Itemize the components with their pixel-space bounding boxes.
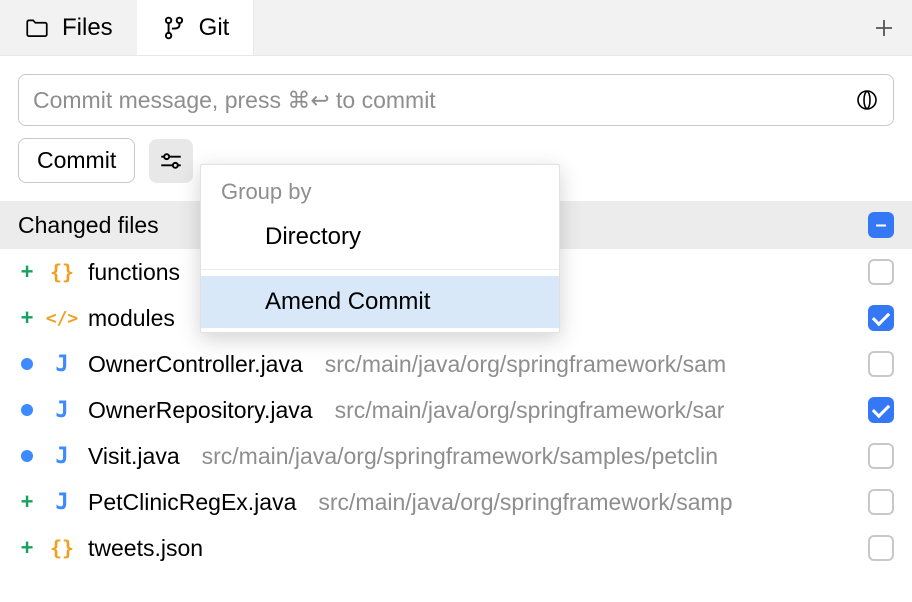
java-file-icon: J — [50, 490, 74, 515]
commit-button[interactable]: Commit — [18, 138, 135, 183]
add-tab-button[interactable] — [872, 0, 896, 55]
file-checkbox[interactable] — [868, 351, 894, 377]
file-path: src/main/java/org/springframework/sam — [325, 351, 726, 378]
java-file-icon: J — [50, 352, 74, 377]
ai-suggest-icon[interactable] — [855, 88, 879, 112]
tab-files[interactable]: Files — [0, 0, 137, 55]
file-path: src/main/java/org/springframework/sample… — [202, 443, 718, 470]
file-name: OwnerRepository.java — [88, 397, 313, 424]
popup-item-amend-commit[interactable]: Amend Commit — [201, 276, 559, 328]
file-name: OwnerController.java — [88, 351, 303, 378]
tab-git-label: Git — [199, 14, 230, 42]
json-file-icon: {} — [50, 260, 74, 284]
json-file-icon: {} — [50, 536, 74, 560]
commit-message-field-wrap — [18, 74, 894, 126]
commit-options-button[interactable] — [149, 139, 193, 183]
status-added-icon: + — [18, 489, 36, 515]
status-modified-icon — [18, 358, 36, 370]
select-all-checkbox[interactable]: – — [868, 212, 894, 238]
commit-message-row — [0, 56, 912, 138]
status-modified-icon — [18, 404, 36, 416]
tab-files-label: Files — [62, 14, 113, 42]
tab-bar: Files Git — [0, 0, 912, 56]
commit-message-input[interactable] — [33, 87, 855, 114]
file-row[interactable]: + {} tweets.json — [0, 525, 912, 571]
file-name: PetClinicRegEx.java — [88, 489, 296, 516]
file-checkbox[interactable] — [868, 259, 894, 285]
status-added-icon: + — [18, 259, 36, 285]
status-added-icon: + — [18, 535, 36, 561]
git-branch-icon — [161, 15, 187, 41]
folder-icon — [24, 15, 50, 41]
file-name: tweets.json — [88, 535, 203, 562]
commit-options-popup: Group by Directory Amend Commit — [200, 164, 560, 333]
file-name: Visit.java — [88, 443, 180, 470]
file-path: src/main/java/org/springframework/samp — [318, 489, 732, 516]
file-name: modules — [88, 305, 175, 332]
file-path: src/main/java/org/springframework/sar — [335, 397, 725, 424]
status-modified-icon — [18, 450, 36, 462]
file-checkbox[interactable] — [868, 397, 894, 423]
file-row[interactable]: J OwnerController.java src/main/java/org/s… — [0, 341, 912, 387]
file-checkbox[interactable] — [868, 305, 894, 331]
xml-file-icon: </> — [50, 308, 74, 329]
changed-files-title: Changed files — [18, 212, 159, 239]
java-file-icon: J — [50, 398, 74, 423]
file-row[interactable]: J OwnerRepository.java src/main/java/org/s… — [0, 387, 912, 433]
java-file-icon: J — [50, 444, 74, 469]
popup-separator — [201, 269, 559, 270]
file-name: functions — [88, 259, 180, 286]
file-checkbox[interactable] — [868, 535, 894, 561]
tab-git[interactable]: Git — [137, 0, 255, 55]
file-row[interactable]: + J PetClinicRegEx.java src/main/java/org/s… — [0, 479, 912, 525]
file-checkbox[interactable] — [868, 443, 894, 469]
status-added-icon: + — [18, 305, 36, 331]
popup-groupby-label: Group by — [201, 165, 559, 211]
file-row[interactable]: J Visit.java src/main/java/org/springframe… — [0, 433, 912, 479]
file-checkbox[interactable] — [868, 489, 894, 515]
popup-item-directory[interactable]: Directory — [201, 211, 559, 263]
